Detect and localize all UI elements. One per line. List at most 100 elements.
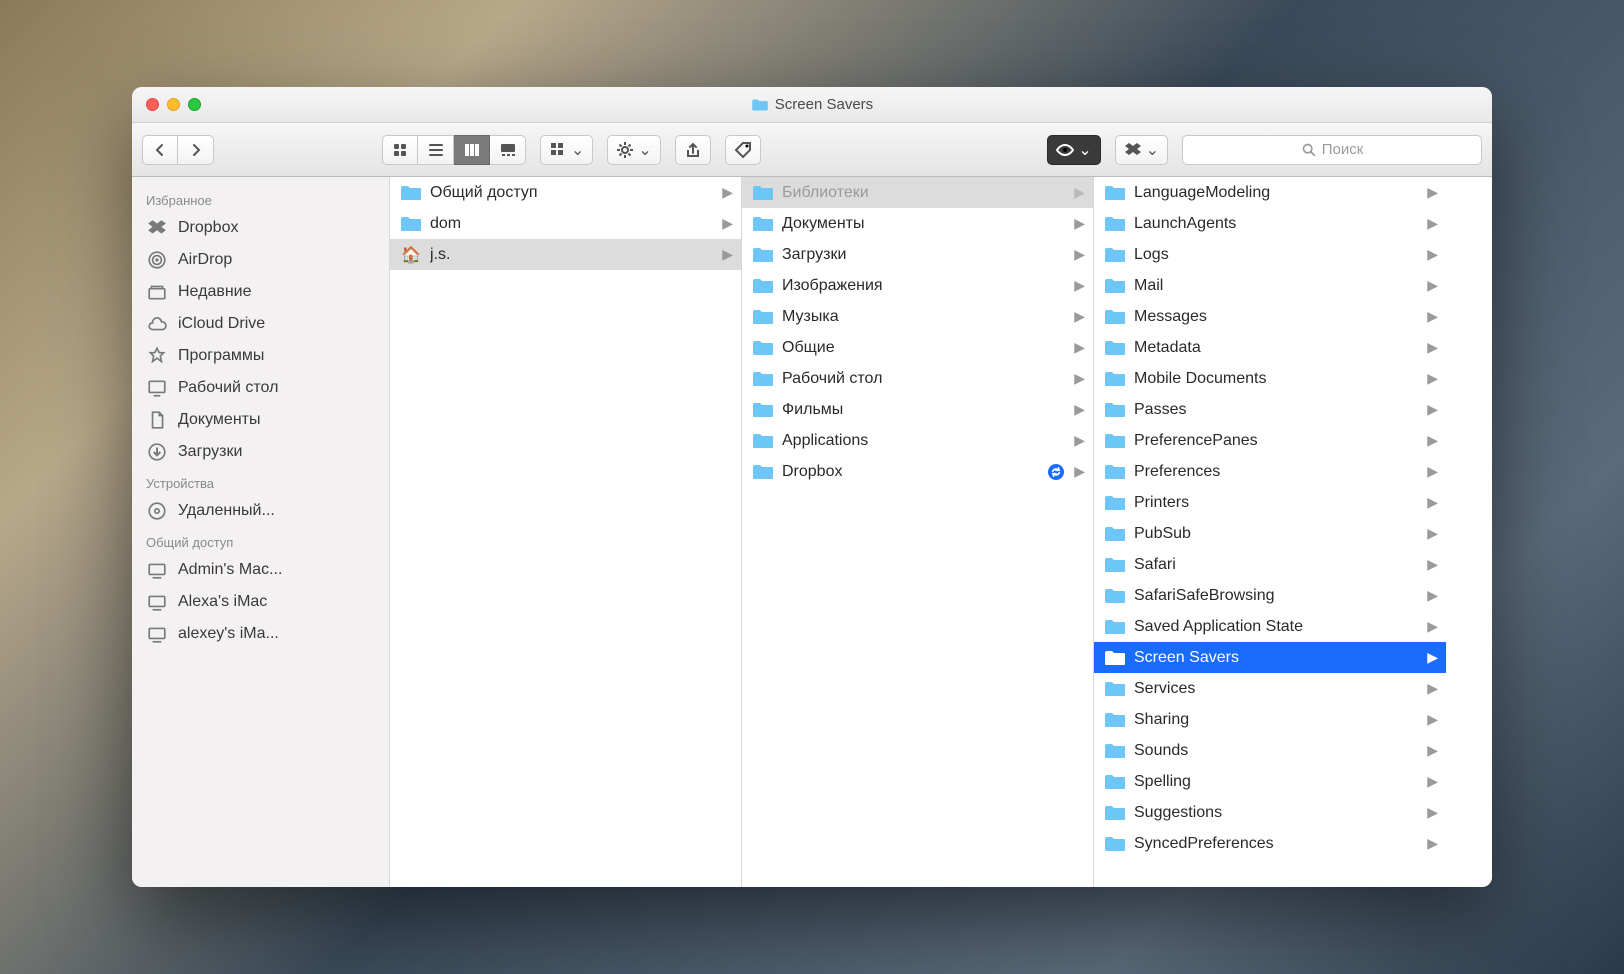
file-label: Mail — [1134, 277, 1419, 295]
file-label: Рабочий стол — [782, 370, 1066, 388]
forward-button[interactable] — [178, 135, 214, 165]
chevron-right-icon: ▶ — [1427, 711, 1438, 728]
icon-view-button[interactable] — [382, 135, 418, 165]
search-field[interactable]: Поиск — [1182, 135, 1482, 165]
airdrop-icon — [146, 249, 168, 271]
file-row[interactable]: Spelling▶ — [1094, 766, 1446, 797]
sidebar-item[interactable]: Alexa's iMac — [132, 586, 389, 618]
folder-icon — [1104, 680, 1126, 698]
file-label: Passes — [1134, 401, 1419, 419]
sidebar-item[interactable]: Недавние — [132, 276, 389, 308]
file-row[interactable]: Suggestions▶ — [1094, 797, 1446, 828]
file-row[interactable]: Sounds▶ — [1094, 735, 1446, 766]
column-view-button[interactable] — [454, 135, 490, 165]
file-row[interactable]: Mail▶ — [1094, 270, 1446, 301]
dropbox-toolbar-button[interactable]: ⌄ — [1115, 135, 1168, 165]
file-row[interactable]: Preferences▶ — [1094, 456, 1446, 487]
sidebar-item-label: Dropbox — [178, 219, 238, 237]
sidebar-item[interactable]: Рабочий стол — [132, 372, 389, 404]
file-row[interactable]: Logs▶ — [1094, 239, 1446, 270]
file-row[interactable]: Services▶ — [1094, 673, 1446, 704]
file-row[interactable]: Библиотеки ▶ — [742, 177, 1093, 208]
sidebar-item[interactable]: AirDrop — [132, 244, 389, 276]
file-row[interactable]: Фильмы▶ — [742, 394, 1093, 425]
folder-icon — [1104, 308, 1126, 326]
back-button[interactable] — [142, 135, 178, 165]
sidebar-item[interactable]: Документы — [132, 404, 389, 436]
titlebar: Screen Savers — [132, 87, 1492, 123]
file-row[interactable]: 🏠j.s.▶ — [390, 239, 741, 270]
sidebar-item[interactable]: Admin's Mac... — [132, 554, 389, 586]
chevron-right-icon: ▶ — [1427, 246, 1438, 263]
nav-buttons — [142, 135, 214, 165]
minimize-button[interactable] — [167, 98, 180, 111]
folder-icon — [752, 463, 774, 481]
file-row[interactable]: PreferencePanes▶ — [1094, 425, 1446, 456]
file-row[interactable]: Safari▶ — [1094, 549, 1446, 580]
file-row[interactable]: Passes▶ — [1094, 394, 1446, 425]
chevron-right-icon: ▶ — [1427, 525, 1438, 542]
arrange-button[interactable]: ⌄ — [540, 135, 593, 165]
folder-icon — [752, 339, 774, 357]
sidebar-item[interactable]: Загрузки — [132, 436, 389, 468]
file-label: LanguageModeling — [1134, 184, 1419, 202]
chevron-right-icon: ▶ — [1427, 463, 1438, 480]
folder-icon — [1104, 370, 1126, 388]
sidebar-item[interactable]: Программы — [132, 340, 389, 372]
share-button[interactable] — [675, 135, 711, 165]
file-row[interactable]: Документы▶ — [742, 208, 1093, 239]
view-buttons — [382, 135, 526, 165]
columns-area: Общий доступ▶dom▶🏠j.s.▶ Библиотеки ▶ Докуме… — [390, 177, 1492, 887]
folder-icon — [1104, 184, 1126, 202]
file-row[interactable]: Музыка▶ — [742, 301, 1093, 332]
file-row[interactable]: Изображения▶ — [742, 270, 1093, 301]
folder-icon — [1104, 649, 1126, 667]
file-row[interactable]: Рабочий стол▶ — [742, 363, 1093, 394]
window-controls — [146, 98, 201, 111]
file-row[interactable]: dom▶ — [390, 208, 741, 239]
folder-icon — [752, 215, 774, 233]
file-row[interactable]: Dropbox▶ — [742, 456, 1093, 487]
sidebar-section-title: Общий доступ — [132, 527, 389, 554]
sidebar-item[interactable]: Dropbox — [132, 212, 389, 244]
gallery-view-button[interactable] — [490, 135, 526, 165]
file-label: Библиотеки — [782, 184, 1066, 202]
file-row[interactable]: Screen Savers▶ — [1094, 642, 1446, 673]
sidebar-item[interactable]: Удаленный... — [132, 495, 389, 527]
file-row[interactable]: Sharing▶ — [1094, 704, 1446, 735]
file-row[interactable]: Printers▶ — [1094, 487, 1446, 518]
file-row[interactable]: Загрузки▶ — [742, 239, 1093, 270]
chevron-right-icon: ▶ — [1074, 308, 1085, 325]
file-row[interactable]: SyncedPreferences▶ — [1094, 828, 1446, 859]
sidebar-item[interactable]: alexey's iMa... — [132, 618, 389, 650]
folder-icon — [400, 215, 422, 233]
file-row[interactable]: Общий доступ▶ — [390, 177, 741, 208]
file-row[interactable]: Mobile Documents▶ — [1094, 363, 1446, 394]
folder-icon — [1104, 556, 1126, 574]
file-label: Printers — [1134, 494, 1419, 512]
file-row[interactable]: LaunchAgents▶ — [1094, 208, 1446, 239]
folder-icon — [1104, 277, 1126, 295]
quicklook-button[interactable]: ⌄ — [1047, 135, 1100, 165]
sidebar-item[interactable]: iCloud Drive — [132, 308, 389, 340]
chevron-right-icon: ▶ — [1074, 432, 1085, 449]
fullscreen-button[interactable] — [188, 98, 201, 111]
file-row[interactable]: Общие▶ — [742, 332, 1093, 363]
file-row[interactable]: SafariSafeBrowsing▶ — [1094, 580, 1446, 611]
column: Библиотеки ▶ Документы▶Загрузки▶Изображени… — [742, 177, 1094, 887]
file-row[interactable]: Saved Application State▶ — [1094, 611, 1446, 642]
file-row[interactable]: Applications▶ — [742, 425, 1093, 456]
action-button[interactable]: ⌄ — [607, 135, 660, 165]
file-row[interactable]: Metadata▶ — [1094, 332, 1446, 363]
chevron-right-icon: ▶ — [1074, 184, 1085, 201]
file-label: Saved Application State — [1134, 618, 1419, 636]
tags-button[interactable] — [725, 135, 761, 165]
apps-icon — [146, 345, 168, 367]
list-view-button[interactable] — [418, 135, 454, 165]
file-label: j.s. — [430, 246, 714, 264]
file-row[interactable]: PubSub▶ — [1094, 518, 1446, 549]
close-button[interactable] — [146, 98, 159, 111]
file-row[interactable]: LanguageModeling▶ — [1094, 177, 1446, 208]
file-row[interactable]: Messages▶ — [1094, 301, 1446, 332]
folder-icon — [752, 370, 774, 388]
